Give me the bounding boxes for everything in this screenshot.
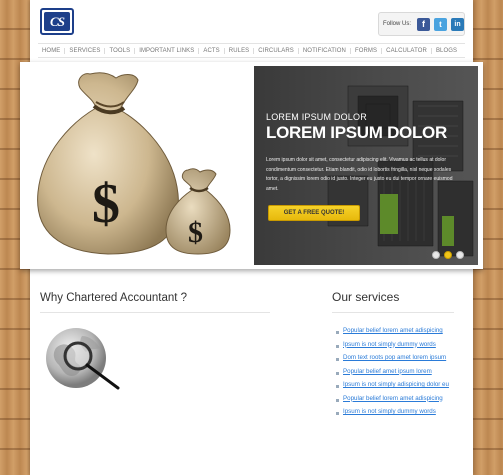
site-logo[interactable]: CS bbox=[40, 8, 74, 35]
list-item: Ipsum is not simply dummy words bbox=[336, 408, 472, 422]
list-item: Popular belief lorem amet adispicing bbox=[336, 327, 472, 341]
twitter-icon[interactable]: t bbox=[434, 17, 448, 31]
bullet-icon bbox=[336, 412, 339, 415]
slide-panel: LOREM IPSUM DOLOR LOREM IPSUM DOLOR Lore… bbox=[254, 66, 478, 265]
service-link[interactable]: Ipsum is not simply dummy words bbox=[343, 408, 436, 415]
slide-kicker: LOREM IPSUM DOLOR bbox=[266, 112, 367, 122]
why-divider bbox=[40, 312, 270, 313]
dollar-sign-large: $ bbox=[92, 173, 120, 235]
service-link[interactable]: Popular belief lorem amet adispicing bbox=[343, 395, 443, 402]
globe-magnifier-image bbox=[46, 328, 120, 390]
bullet-icon bbox=[336, 398, 339, 402]
get-quote-button[interactable]: GET A FREE QUOTE! bbox=[268, 205, 360, 221]
slide-text-block: LOREM IPSUM DOLOR LOREM IPSUM DOLOR Lore… bbox=[266, 112, 461, 194]
logo-mark: CS bbox=[44, 12, 70, 31]
slider-dot-3[interactable] bbox=[456, 251, 464, 259]
slide-body: Lorem ipsum dolor sit amet, consectetur … bbox=[266, 157, 453, 192]
list-item: Popular belief lorem amet adispicing bbox=[336, 395, 472, 409]
page-container: CS Follow Us: f t in HOME SERVICES TOOLS… bbox=[20, 0, 483, 475]
service-link[interactable]: Ipsum is not simply adispicing dolor eu bbox=[343, 381, 449, 388]
services-divider bbox=[332, 312, 454, 313]
service-link[interactable]: Popular belief amet ipsum lorem bbox=[343, 368, 432, 375]
services-section: Our services Popular belief lorem amet a… bbox=[332, 290, 472, 422]
bullet-icon bbox=[336, 358, 339, 361]
list-item: Dom text roots pop amet lorem ipsum bbox=[336, 354, 472, 368]
nav-calculator[interactable]: CALCULATOR bbox=[382, 47, 432, 54]
linkedin-icon[interactable]: in bbox=[451, 17, 465, 31]
money-bags-image: $ $ bbox=[37, 72, 231, 255]
slide-title: LOREM IPSUM DOLOR bbox=[266, 123, 447, 142]
nav-notification[interactable]: NOTIFICATION bbox=[299, 47, 351, 54]
services-list: Popular belief lorem amet adispicing Ips… bbox=[332, 327, 472, 422]
hero-slider: $ $ LOREM IPSUM DOLOR LOREM IPSUM DOLOR … bbox=[20, 62, 483, 269]
nav-circulars[interactable]: CIRCULARS bbox=[254, 47, 299, 54]
nav-services[interactable]: SERVICES bbox=[65, 47, 106, 54]
nav-acts[interactable]: ACTS bbox=[199, 47, 225, 54]
list-item: Popular belief amet ipsum lorem bbox=[336, 368, 472, 382]
main-nav: HOME SERVICES TOOLS IMPORTANT LINKS ACTS… bbox=[38, 43, 465, 58]
service-link[interactable]: Ipsum is not simply dummy words bbox=[343, 341, 436, 348]
nav-important-links[interactable]: IMPORTANT LINKS bbox=[135, 47, 200, 54]
facebook-icon[interactable]: f bbox=[417, 17, 431, 31]
bullet-icon bbox=[336, 385, 339, 388]
why-heading: Why Chartered Accountant ? bbox=[40, 292, 188, 304]
services-heading: Our services bbox=[332, 290, 400, 304]
nav-forms[interactable]: FORMS bbox=[351, 47, 383, 54]
bullet-icon bbox=[336, 371, 339, 375]
why-section: Why Chartered Accountant ? bbox=[40, 292, 330, 313]
follow-us-box: Follow Us: f t in bbox=[378, 12, 465, 36]
list-item: Ipsum is not simply dummy words bbox=[336, 341, 472, 355]
dollar-sign-small: $ bbox=[188, 216, 203, 249]
bullet-icon bbox=[336, 344, 339, 348]
slider-pagination bbox=[432, 251, 464, 259]
nav-tools[interactable]: TOOLS bbox=[105, 47, 136, 54]
service-link[interactable]: Popular belief lorem amet adispicing bbox=[343, 327, 443, 334]
service-link[interactable]: Dom text roots pop amet lorem ipsum bbox=[343, 354, 446, 361]
slider-dot-2[interactable] bbox=[444, 251, 452, 259]
nav-rules[interactable]: RULES bbox=[225, 47, 255, 54]
list-item: Ipsum is not simply adispicing dolor eu bbox=[336, 381, 472, 395]
bullet-icon bbox=[336, 331, 339, 334]
slider-dot-1[interactable] bbox=[432, 251, 440, 259]
follow-us-label: Follow Us: bbox=[383, 21, 412, 27]
nav-blogs[interactable]: BLOGS bbox=[432, 48, 461, 54]
nav-home[interactable]: HOME bbox=[38, 47, 66, 54]
